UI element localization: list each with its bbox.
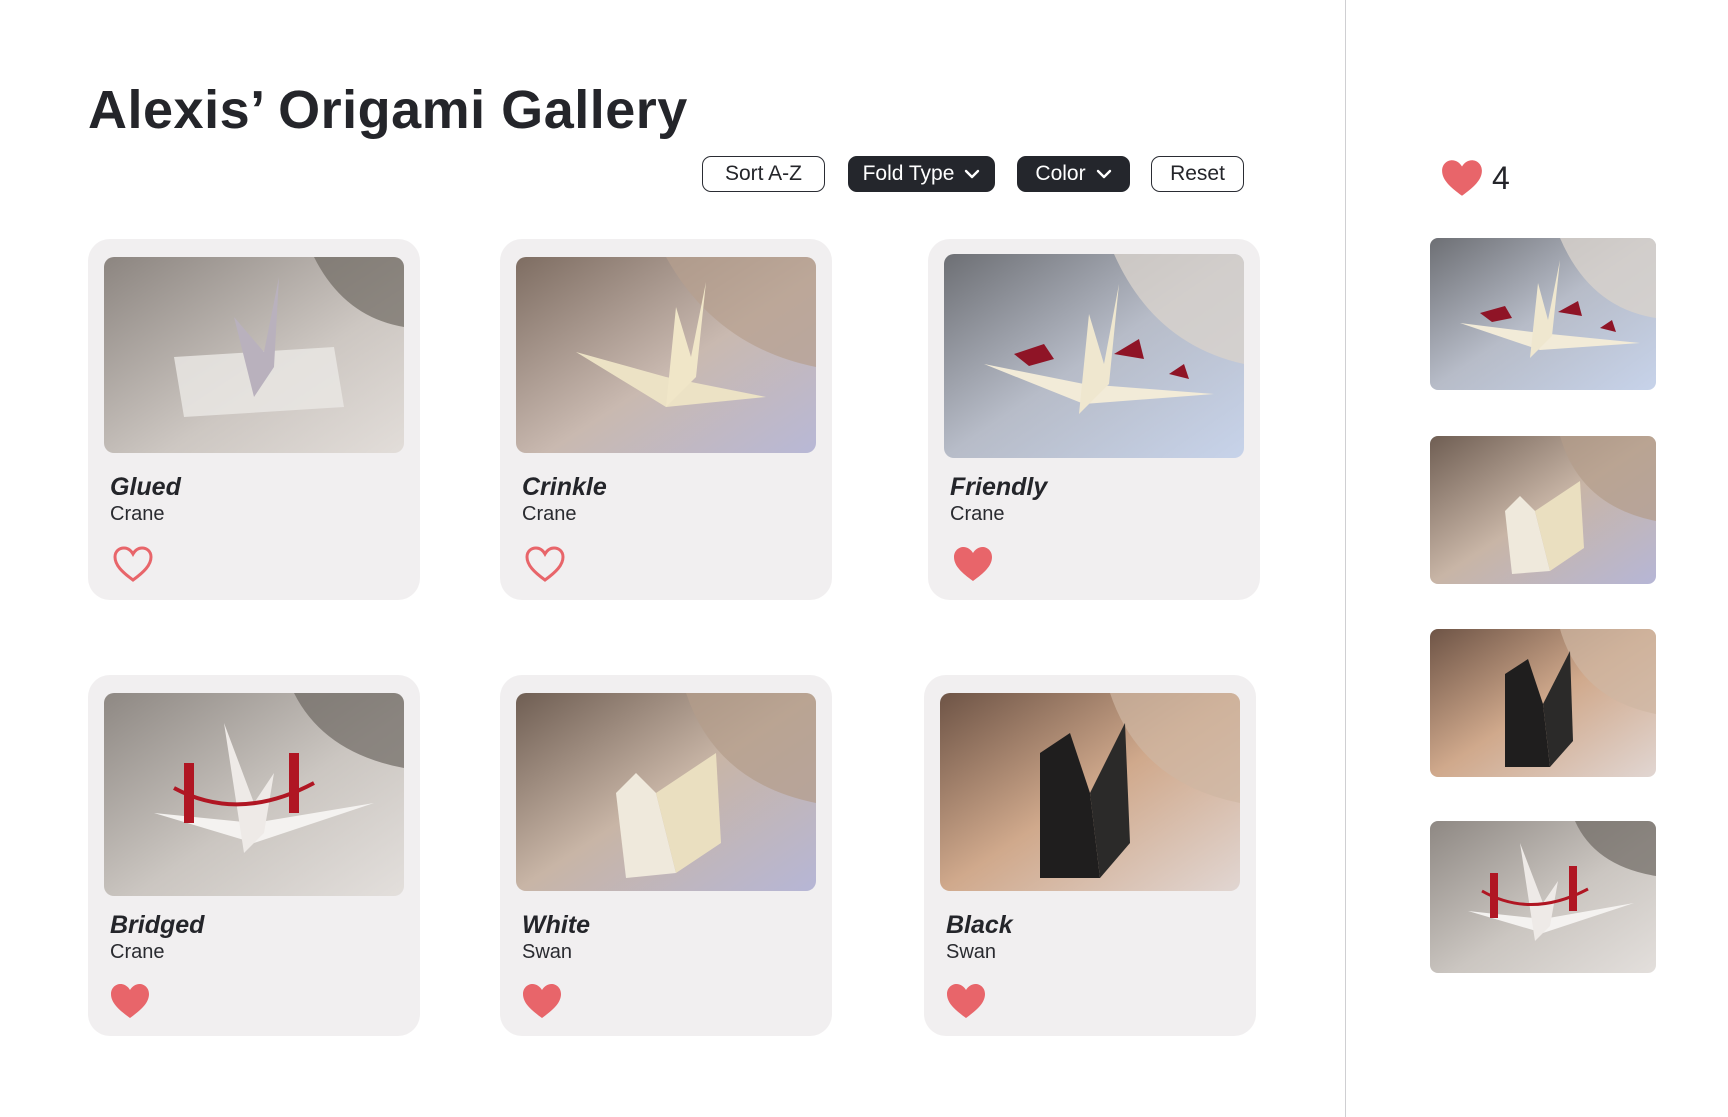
favorite-thumbnail[interactable] xyxy=(1430,629,1656,777)
sidebar-divider xyxy=(1345,0,1346,1117)
gallery-card[interactable]: Black Swan xyxy=(924,675,1256,1036)
card-name: White xyxy=(522,911,591,939)
card-type: Swan xyxy=(946,941,997,963)
card-type: Swan xyxy=(522,941,573,963)
reset-button[interactable]: Reset xyxy=(1151,156,1244,192)
card-name: Black xyxy=(946,911,1013,939)
reset-button-label: Reset xyxy=(1170,162,1225,185)
origami-photo-friendly xyxy=(944,254,1244,458)
gallery-card[interactable]: White Swan xyxy=(500,675,832,1036)
gallery-card[interactable]: Bridged Crane xyxy=(88,675,420,1036)
heart-filled-icon xyxy=(1442,160,1482,196)
heart-filled-icon[interactable] xyxy=(109,982,151,1020)
card-name: Friendly xyxy=(950,473,1048,501)
card-name: Crinkle xyxy=(522,473,607,501)
card-type: Crane xyxy=(522,503,577,525)
heart-filled-icon[interactable] xyxy=(952,545,994,583)
gallery-card[interactable]: Glued Crane xyxy=(88,239,420,600)
fold-type-label: Fold Type xyxy=(862,162,955,185)
heart-filled-icon[interactable] xyxy=(945,982,987,1020)
gallery-card[interactable]: Crinkle Crane xyxy=(500,239,832,600)
origami-photo-bridged xyxy=(104,693,404,896)
card-name: Bridged xyxy=(110,911,205,939)
favorites-count: 4 xyxy=(1492,159,1510,196)
chevron-down-icon xyxy=(1096,169,1111,179)
color-dropdown[interactable]: Color xyxy=(1017,156,1130,192)
favorite-thumbnail[interactable] xyxy=(1430,821,1656,973)
origami-photo-black xyxy=(940,693,1240,891)
card-type: Crane xyxy=(110,941,165,963)
sort-button-label: Sort A-Z xyxy=(724,162,803,185)
sort-button[interactable]: Sort A-Z xyxy=(702,156,825,192)
heart-filled-icon[interactable] xyxy=(521,982,563,1020)
heart-outline-icon[interactable] xyxy=(524,545,566,583)
origami-photo-glued xyxy=(104,257,404,453)
card-name: Glued xyxy=(110,473,181,501)
fold-type-dropdown[interactable]: Fold Type xyxy=(848,156,995,192)
favorite-thumbnail[interactable] xyxy=(1430,238,1656,390)
heart-outline-icon[interactable] xyxy=(112,545,154,583)
origami-photo-crinkle xyxy=(516,257,816,453)
origami-photo-white xyxy=(516,693,816,891)
card-type: Crane xyxy=(110,503,165,525)
gallery-card[interactable]: Friendly Crane xyxy=(928,239,1260,600)
favorite-thumbnail[interactable] xyxy=(1430,436,1656,584)
chevron-down-icon xyxy=(965,169,980,179)
color-label: Color xyxy=(1035,162,1086,185)
favorites-counter: 4 xyxy=(1440,158,1510,198)
card-type: Crane xyxy=(950,503,1005,525)
page-title: Alexis’ Origami Gallery xyxy=(88,80,688,140)
